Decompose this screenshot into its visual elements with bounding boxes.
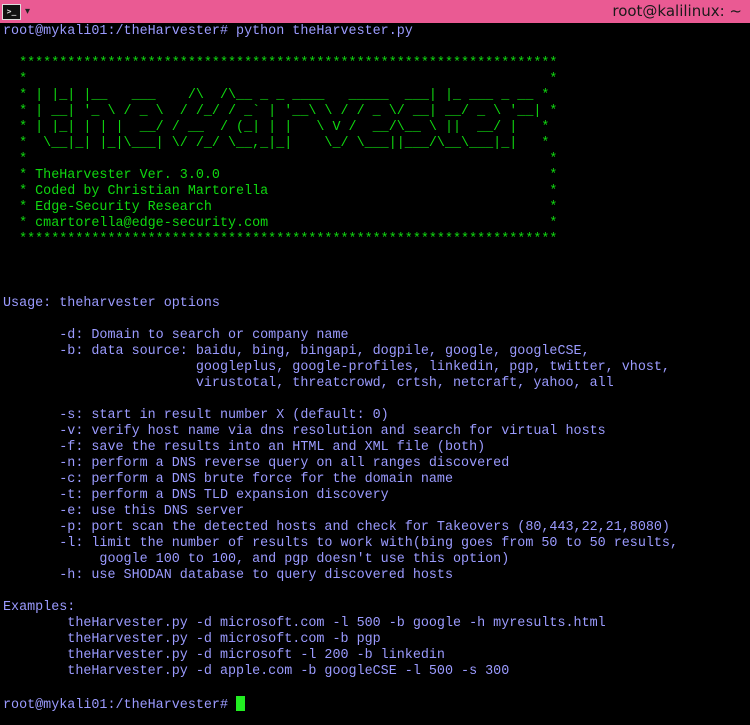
banner-line: * \__|_| |_|\___| \/ /_/ \__,_|_| \_/ \_…: [3, 136, 550, 151]
usage-line: -v: verify host name via dns resolution …: [3, 424, 606, 439]
usage-line: -f: save the results into an HTML and XM…: [3, 440, 486, 455]
usage-line: theHarvester.py -d microsoft -l 200 -b l…: [3, 648, 445, 663]
banner-line: * *: [3, 152, 558, 167]
usage-line: theHarvester.py -d apple.com -b googleCS…: [3, 664, 510, 679]
prompt-text: root@mykali01:/theHarvester#: [3, 698, 237, 712]
usage-line: Usage: theharvester options: [3, 296, 220, 311]
banner-line: ****************************************…: [3, 232, 558, 247]
usage-line: theHarvester.py -d microsoft.com -l 500 …: [3, 616, 606, 631]
terminal-icon[interactable]: >_: [2, 3, 21, 20]
window-title: root@kalilinux: ~: [612, 2, 742, 20]
banner-line: ****************************************…: [3, 56, 558, 71]
banner-line: * | |_| | | | __/ / __ / (_| | | \ V / _…: [3, 120, 550, 135]
usage-line: google 100 to 100, and pgp doesn't use t…: [3, 552, 510, 567]
usage-line: -p: port scan the detected hosts and che…: [3, 520, 670, 535]
title-bar: >_ ▾ root@kalilinux: ~: [0, 0, 750, 23]
usage-line: -h: use SHODAN database to query discove…: [3, 568, 453, 583]
banner-line: * Edge-Security Research *: [3, 200, 558, 215]
usage-text: Usage: theharvester options -d: Domain t…: [3, 296, 747, 680]
banner-line: * TheHarvester Ver. 3.0.0 *: [3, 168, 558, 183]
usage-line: -l: limit the number of results to work …: [3, 536, 678, 551]
usage-line: virustotal, threatcrowd, crtsh, netcraft…: [3, 376, 614, 391]
usage-line: Examples:: [3, 600, 76, 615]
usage-line: -e: use this DNS server: [3, 504, 245, 519]
usage-line: -c: perform a DNS brute force for the do…: [3, 472, 453, 487]
chevron-down-icon[interactable]: ▾: [25, 6, 30, 17]
cursor: [236, 696, 246, 711]
usage-line: [3, 312, 747, 328]
usage-line: -s: start in result number X (default: 0…: [3, 408, 389, 423]
usage-line: [3, 392, 747, 408]
banner-line: * Coded by Christian Martorella *: [3, 184, 558, 199]
banner-line: * cmartorella@edge-security.com *: [3, 216, 558, 231]
banner-line: * | __| '_ \ / _ \ / /_/ / _` | '__\ \ /…: [3, 104, 558, 119]
banner-line: * *: [3, 72, 558, 87]
command-line: root@mykali01:/theHarvester# python theH…: [3, 24, 413, 39]
banner: ****************************************…: [3, 56, 747, 248]
usage-line: -n: perform a DNS reverse query on all r…: [3, 456, 510, 471]
usage-line: googleplus, google-profiles, linkedin, p…: [3, 360, 670, 375]
usage-line: -t: perform a DNS TLD expansion discover…: [3, 488, 389, 503]
usage-line: -d: Domain to search or company name: [3, 328, 349, 343]
usage-line: -b: data source: baidu, bing, bingapi, d…: [3, 344, 590, 359]
usage-line: theHarvester.py -d microsoft.com -b pgp: [3, 632, 381, 647]
banner-line: * | |_| |__ ___ /\ /\__ _ _ ____ _____ _…: [3, 88, 550, 103]
prompt-line[interactable]: root@mykali01:/theHarvester#: [3, 696, 747, 712]
terminal-output[interactable]: root@mykali01:/theHarvester# python theH…: [3, 24, 747, 722]
usage-line: [3, 584, 747, 600]
